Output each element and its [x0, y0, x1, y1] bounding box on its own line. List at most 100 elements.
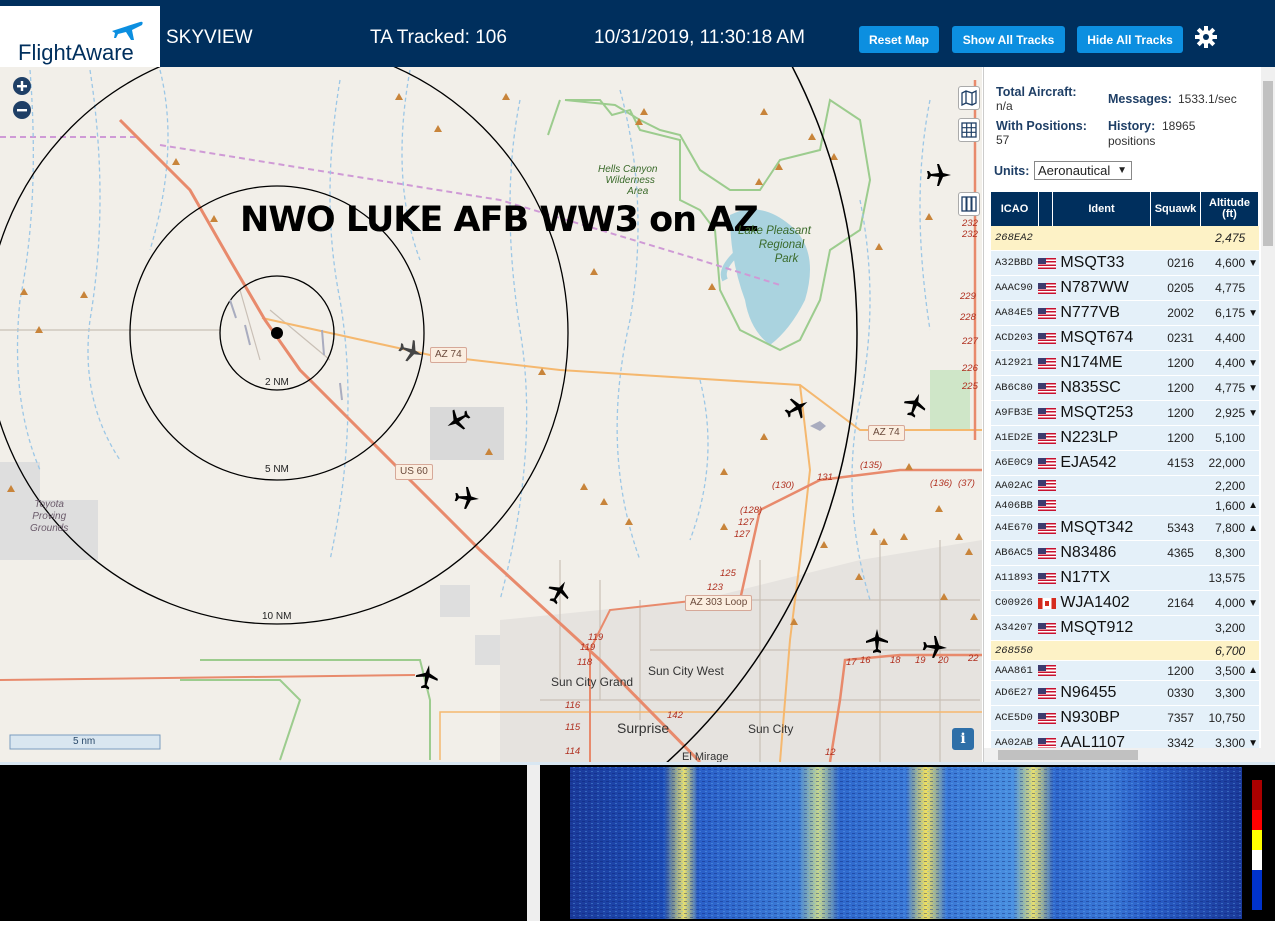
us-flag-icon	[1038, 712, 1057, 724]
aircraft-icon[interactable]	[454, 485, 480, 511]
cell-altitude: 3,300	[1215, 686, 1246, 700]
ident-text: EJA542	[1060, 454, 1117, 471]
table-row[interactable]: ACE5D0 N930BP 7357 10,750	[991, 706, 1259, 731]
cell-altitude: 4,400	[1215, 331, 1246, 345]
table-row[interactable]: 268550 6,700	[991, 641, 1259, 661]
table-row[interactable]: C00926 WJA1402 2164 4,000 ▼	[991, 591, 1259, 616]
horizontal-scrollbar[interactable]	[984, 748, 1262, 762]
altitude-trend-icon: ▼	[1248, 407, 1259, 419]
aircraft-icon[interactable]	[414, 664, 440, 690]
table-row[interactable]: AD6E27 N96455 0330 3,300	[991, 681, 1259, 706]
info-button[interactable]: i	[952, 728, 974, 750]
cell-ident: N17TX	[1038, 566, 1148, 590]
aircraft-icon[interactable]	[398, 338, 424, 364]
show-all-tracks-button[interactable]: Show All Tracks	[952, 26, 1065, 53]
scrollbar-thumb[interactable]	[998, 750, 1138, 760]
us-flag-icon	[1038, 500, 1057, 511]
aircraft-icon[interactable]	[922, 634, 948, 660]
altitude-trend-icon: ▲	[1248, 500, 1259, 511]
aircraft-icon[interactable]	[864, 628, 890, 654]
table-row[interactable]: A12921 N174ME 1200 4,400 ▼	[991, 351, 1259, 376]
aircraft-icon[interactable]	[784, 395, 810, 421]
table-row[interactable]: A34207 MSQT912 3,200	[991, 616, 1259, 641]
cell-ident	[1038, 476, 1148, 495]
aircraft-icon[interactable]	[546, 579, 572, 605]
table-row[interactable]: AB6AC5 N83486 4365 8,300	[991, 541, 1259, 566]
table-row[interactable]: 268EA2 2,475	[991, 226, 1259, 251]
altitude-trend-icon	[1247, 706, 1259, 730]
table-row[interactable]: A11893 N17TX 13,575	[991, 566, 1259, 591]
map-canvas	[0, 67, 982, 762]
cell-ident: EJA542	[1038, 451, 1148, 475]
cell-icao: ACE5D0	[995, 712, 1033, 724]
units-select[interactable]: Aeronautical ▼	[1034, 161, 1132, 180]
scrollbar-thumb[interactable]	[1263, 81, 1273, 246]
cell-ident	[1038, 226, 1148, 250]
cell-altitude: 7,800	[1215, 521, 1246, 535]
chevron-down-icon: ▼	[1117, 165, 1127, 176]
us-flag-icon	[1038, 407, 1057, 419]
us-flag-icon	[1038, 522, 1057, 534]
ring-label-2nm: 2 NM	[265, 377, 289, 388]
with-positions-value: 57	[996, 133, 1010, 147]
cell-ident: MSQT33	[1038, 251, 1148, 275]
aircraft-icon[interactable]	[810, 419, 826, 433]
cell-icao: AD6E27	[995, 687, 1033, 699]
table-row[interactable]: AA84E5 N777VB 2002 6,175 ▼	[991, 301, 1259, 326]
table-row[interactable]: ACD203 MSQT674 0231 4,400	[991, 326, 1259, 351]
us-flag-icon	[1038, 737, 1057, 749]
us-flag-icon	[1038, 622, 1057, 634]
altitude-trend-icon	[1247, 426, 1259, 450]
reset-map-button[interactable]: Reset Map	[859, 26, 939, 53]
aircraft-icon[interactable]	[902, 392, 928, 418]
columns-button[interactable]	[958, 192, 980, 216]
ring-label-5nm: 5 NM	[265, 464, 289, 475]
cell-squawk: 0231	[1167, 331, 1194, 345]
altitude-trend-icon: ▲	[1248, 665, 1259, 676]
us-flag-icon	[1038, 665, 1057, 676]
grid-button[interactable]	[958, 118, 980, 142]
altitude-trend-icon: ▲	[1248, 522, 1259, 534]
table-row[interactable]: AAAC90 N787WW 0205 4,775	[991, 276, 1259, 301]
us-flag-icon	[1038, 457, 1057, 469]
table-body: 268EA2 2,475 A32BBD MSQT33 0216 4,600 ▼ AAAC90 N…	[991, 226, 1259, 756]
cell-altitude: 3,200	[1215, 621, 1246, 635]
altitude-trend-icon: ▼	[1248, 597, 1259, 609]
cell-altitude: 4,775	[1215, 281, 1246, 295]
aircraft-icon[interactable]	[926, 162, 952, 188]
cell-altitude: 8,300	[1215, 546, 1246, 560]
col-altitude[interactable]: Altitude (ft)	[1201, 192, 1259, 226]
info-icon: i	[960, 731, 966, 747]
cell-ident: MSQT253	[1038, 401, 1148, 425]
altitude-trend-icon	[1247, 276, 1259, 300]
table-row[interactable]: AB6C80 N835SC 1200 4,775 ▼	[991, 376, 1259, 401]
table-row[interactable]: A4E670 MSQT342 5343 7,800 ▲	[991, 516, 1259, 541]
col-ident[interactable]: Ident	[1053, 192, 1151, 226]
table-row[interactable]: A6E0C9 EJA542 4153 22,000	[991, 451, 1259, 476]
map-view[interactable]: NWO LUKE AFB WW3 on AZ 2 NM 5 NM 10 NM H…	[0, 67, 982, 762]
place-hells-canyon: Hells Canyon Wilderness Area	[598, 164, 657, 197]
cell-ident: MSQT342	[1038, 516, 1148, 540]
aircraft-icon[interactable]	[445, 407, 471, 433]
table-row[interactable]: A9FB3E MSQT253 1200 2,925 ▼	[991, 401, 1259, 426]
gear-icon[interactable]	[1194, 25, 1218, 49]
panel-scrollbar[interactable]	[1261, 67, 1275, 762]
plus-icon[interactable]	[12, 76, 32, 96]
cell-ident	[1038, 661, 1148, 680]
ident-text: MSQT674	[1060, 329, 1134, 346]
hide-all-tracks-button[interactable]: Hide All Tracks	[1077, 26, 1183, 53]
road-number: 114	[565, 746, 581, 757]
flightaware-logo[interactable]: FlightAware	[0, 6, 160, 67]
table-row[interactable]: A1ED2E N223LP 1200 5,100	[991, 426, 1259, 451]
map-layers-button[interactable]	[958, 86, 980, 110]
col-icao[interactable]: ICAO	[991, 192, 1039, 226]
place-hells-canyon-line1: Hells Canyon	[598, 164, 658, 175]
cell-altitude: 1,600	[1215, 498, 1246, 513]
table-row[interactable]: AA02AC 2,200	[991, 476, 1259, 496]
table-row[interactable]: A406BB 1,600 ▲	[991, 496, 1259, 516]
table-row[interactable]: AAA861 1200 3,500 ▲	[991, 661, 1259, 681]
col-squawk[interactable]: Squawk	[1151, 192, 1201, 226]
tracked-count: TA Tracked: 106	[370, 27, 507, 48]
minus-icon[interactable]	[12, 100, 32, 120]
table-row[interactable]: A32BBD MSQT33 0216 4,600 ▼	[991, 251, 1259, 276]
